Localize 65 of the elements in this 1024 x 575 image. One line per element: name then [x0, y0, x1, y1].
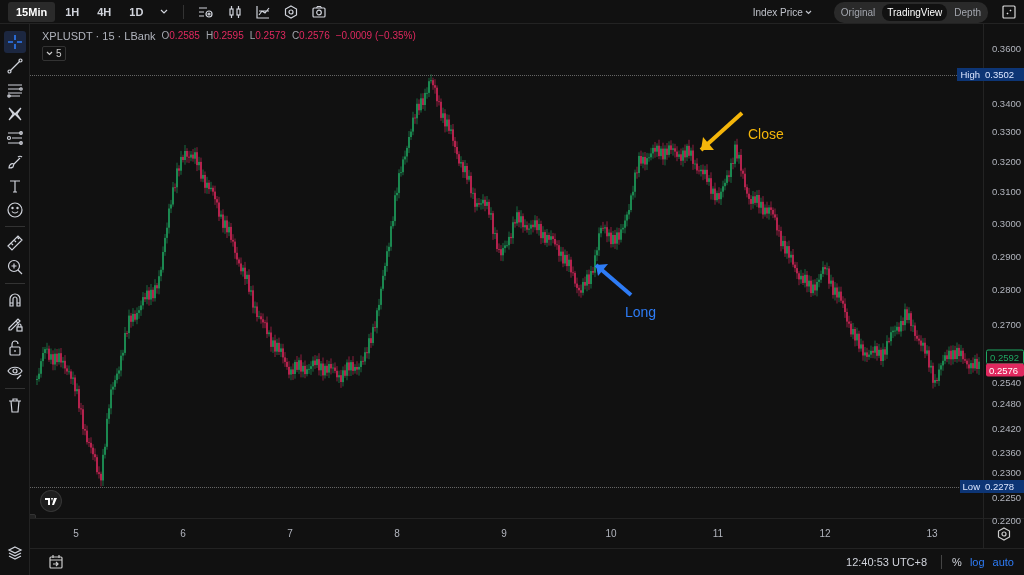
price-tick: 0.2800	[991, 283, 1021, 295]
price-tick: 0.2420	[991, 422, 1021, 434]
interval-tab[interactable]: 15Min	[8, 2, 56, 22]
price-tick: 0.2540	[991, 376, 1021, 388]
time-tick: 7	[287, 528, 293, 539]
price-tag: 0.2592	[986, 349, 1024, 365]
settings-icon	[284, 5, 299, 19]
symbol-title: XPLUSDT · 15 · LBank	[42, 30, 156, 42]
price-tick: 0.3300	[991, 125, 1021, 137]
chevron-down-icon	[46, 51, 53, 56]
line-chart-icon	[256, 5, 271, 19]
annotation-text: Close	[748, 126, 784, 142]
price-tick: 0.2300	[991, 466, 1021, 478]
time-tick: 6	[180, 528, 186, 539]
chevron-down-icon	[804, 9, 812, 15]
time-tick: 12	[819, 528, 831, 539]
price-tick: 0.3100	[991, 185, 1021, 197]
interval-tab[interactable]: 1H	[57, 2, 88, 22]
calendar-icon	[48, 554, 64, 570]
indicators-icon	[198, 5, 215, 19]
fullscreen-icon	[1002, 5, 1016, 19]
price-tick: 0.2200	[991, 514, 1021, 526]
time-tick: 10	[605, 528, 617, 539]
time-tick: 13	[926, 528, 938, 539]
view-tab[interactable]: TradingView	[882, 3, 948, 21]
price-tick: 0.2700	[991, 318, 1021, 330]
ohlc-value: H0.2595	[205, 30, 244, 42]
scale-option[interactable]: %	[948, 556, 966, 568]
time-tick: 8	[394, 528, 400, 539]
interval-tab[interactable]: 1D	[121, 2, 152, 22]
price-tick: 0.2900	[991, 250, 1021, 262]
ohlc-value: C0.2576	[291, 30, 330, 42]
price-label-tag: High	[957, 68, 983, 81]
layers-icon	[6, 545, 23, 561]
clock-time: 12:40:53 UTC+8	[846, 556, 928, 568]
candlestick-icon	[228, 5, 243, 19]
price-change: −0.0009 (−0.35%)	[335, 30, 416, 42]
price-source-dropdown[interactable]: Index Price	[746, 5, 818, 19]
settings-icon	[997, 526, 1011, 541]
time-tick: 11	[712, 528, 724, 539]
scale-option[interactable]: log	[965, 556, 989, 568]
price-tag: 0.2576	[986, 363, 1024, 377]
ohlc-value: O0.2585	[161, 30, 200, 42]
annotation-text: Long	[625, 304, 657, 320]
price-tick: 0.2360	[991, 446, 1021, 458]
time-tick: 9	[501, 528, 507, 539]
interval-tab[interactable]: 4H	[89, 2, 120, 22]
time-tick: 5	[73, 528, 79, 539]
price-tick: 0.2480	[991, 397, 1021, 409]
price-label-tag: Low	[959, 480, 983, 493]
price-tick: 0.3200	[991, 155, 1021, 167]
chart-logo-icon	[40, 490, 62, 512]
ohlc-value: L0.2573	[249, 30, 286, 42]
camera-icon	[312, 5, 327, 19]
view-tab[interactable]: Original	[835, 3, 881, 21]
scale-option[interactable]: auto	[988, 556, 1018, 568]
view-tab[interactable]: Depth	[949, 3, 986, 21]
price-tick: 0.3000	[991, 217, 1021, 229]
price-tick: 0.3400	[991, 97, 1021, 109]
price-value-tag: 0.3502	[982, 68, 1024, 81]
price-tick: 0.3600	[991, 42, 1021, 54]
chevron-down-icon	[159, 8, 170, 16]
price-value-tag: 0.2278	[982, 480, 1024, 493]
indicators-toggle[interactable]: 5	[42, 46, 66, 61]
price-tick: 0.2250	[991, 491, 1021, 503]
